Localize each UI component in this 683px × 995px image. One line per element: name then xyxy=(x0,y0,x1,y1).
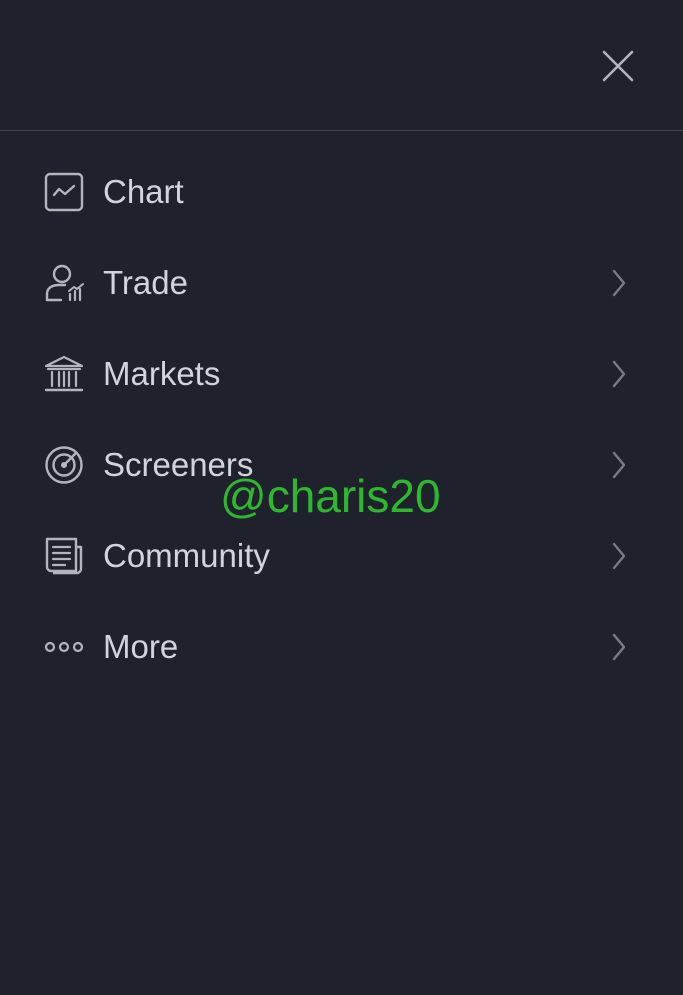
menu-header xyxy=(0,0,683,131)
menu-item-label: Community xyxy=(103,537,270,574)
menu-item-label: Chart xyxy=(103,173,184,210)
chevron-right-icon xyxy=(606,266,632,300)
chart-icon xyxy=(43,172,85,212)
menu-item-label: More xyxy=(103,628,179,665)
watermark-text: @charis20 xyxy=(220,470,441,522)
chevron-right-icon xyxy=(606,448,632,482)
menu-item-label: Trade xyxy=(103,264,188,301)
newspaper-icon xyxy=(43,536,85,576)
trade-icon xyxy=(43,263,85,303)
close-button[interactable] xyxy=(596,44,640,88)
main-menu: Chart Trade Markets Screeners Community … xyxy=(0,146,683,692)
target-icon xyxy=(43,445,85,485)
more-icon xyxy=(43,627,85,667)
bank-icon xyxy=(43,354,85,394)
menu-item-markets[interactable]: Markets xyxy=(0,328,683,419)
menu-item-community[interactable]: Community xyxy=(0,510,683,601)
menu-item-label: Markets xyxy=(103,355,221,392)
chevron-right-icon xyxy=(606,539,632,573)
menu-item-more[interactable]: More xyxy=(0,601,683,692)
close-icon xyxy=(602,50,634,82)
menu-item-trade[interactable]: Trade xyxy=(0,237,683,328)
chevron-right-icon xyxy=(606,357,632,391)
menu-item-chart[interactable]: Chart xyxy=(0,146,683,237)
chevron-right-icon xyxy=(606,630,632,664)
